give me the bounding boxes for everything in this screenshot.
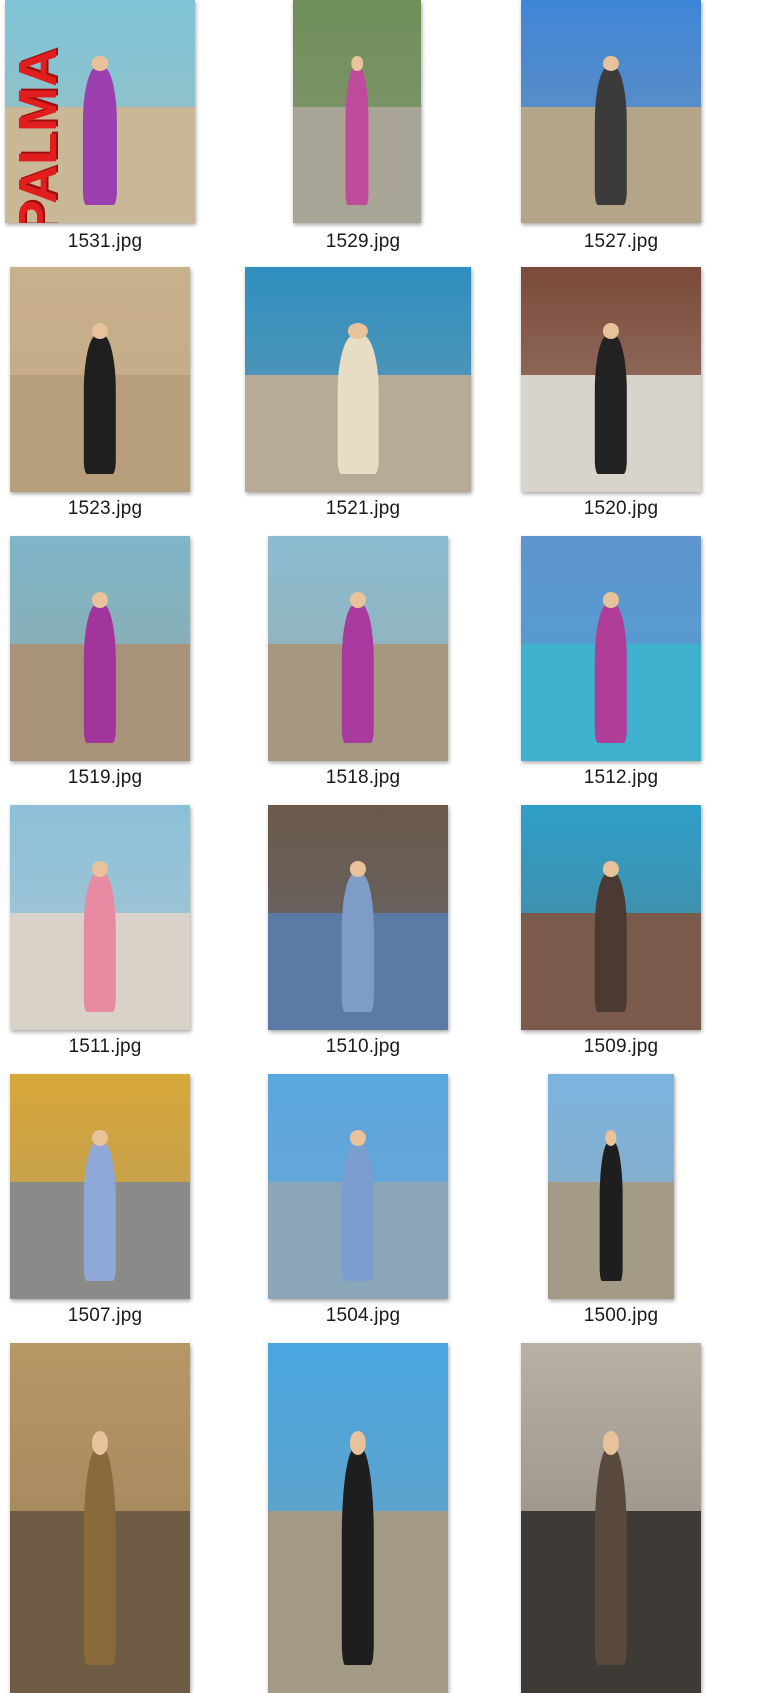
person-figure [83, 1448, 117, 1665]
file-item[interactable]: PALMA 1531.jpg [5, 0, 255, 290]
person-head [91, 1130, 109, 1146]
person-figure [341, 872, 375, 1012]
file-item[interactable]: 1510.jpg [263, 805, 513, 1095]
file-item[interactable]: 1511.jpg [5, 805, 255, 1095]
file-item[interactable]: 1518.jpg [263, 536, 513, 826]
file-name-label: 1531.jpg [67, 231, 143, 252]
image-thumbnail[interactable] [10, 1343, 190, 1693]
file-name-label: 1529.jpg [325, 231, 401, 252]
person-figure [345, 66, 369, 206]
person-figure [594, 66, 628, 206]
file-name-label: 1523.jpg [67, 498, 143, 519]
person-figure [341, 603, 375, 743]
file-name-label: 1512.jpg [583, 767, 659, 788]
file-item[interactable] [521, 1343, 765, 1693]
person-head [91, 323, 109, 339]
file-item[interactable]: 1507.jpg [5, 1074, 255, 1364]
person-figure [83, 603, 117, 743]
person-figure [594, 1448, 628, 1665]
person-figure [594, 334, 628, 474]
person-figure [337, 334, 379, 474]
person-figure [341, 1448, 375, 1665]
image-thumbnail[interactable] [293, 0, 421, 223]
file-thumbnail-grid: PALMA 1531.jpg 1529.jpg 1527.jpg 1523.jpg 152… [0, 0, 765, 1693]
image-thumbnail[interactable] [10, 805, 190, 1030]
person-head [602, 592, 620, 608]
file-name-label: 1518.jpg [325, 767, 401, 788]
file-item[interactable]: 1509.jpg [521, 805, 765, 1095]
file-item[interactable]: 1512.jpg [521, 536, 765, 826]
palma-sign: PALMA [8, 48, 68, 223]
file-item[interactable] [5, 1343, 255, 1693]
image-thumbnail[interactable] [268, 536, 448, 761]
file-name-label: 1510.jpg [325, 1036, 401, 1057]
person-head [349, 1430, 367, 1455]
person-head [91, 592, 109, 608]
file-item[interactable]: 1520.jpg [521, 267, 765, 557]
file-name-label: 1504.jpg [325, 1305, 401, 1326]
person-figure [82, 66, 118, 206]
person-head [602, 1430, 620, 1455]
person-head [91, 861, 109, 877]
person-head [605, 1130, 617, 1146]
person-figure [83, 1141, 117, 1281]
file-item[interactable]: 1500.jpg [521, 1074, 765, 1364]
person-head [602, 861, 620, 877]
image-thumbnail[interactable] [521, 1343, 701, 1693]
image-thumbnail[interactable] [268, 1343, 448, 1693]
file-item[interactable]: 1504.jpg [263, 1074, 513, 1364]
image-thumbnail[interactable] [10, 267, 190, 492]
image-thumbnail[interactable] [521, 536, 701, 761]
file-name-label: 1521.jpg [325, 498, 401, 519]
image-thumbnail[interactable] [268, 1074, 448, 1299]
person-head [349, 1130, 367, 1146]
file-name-label: 1500.jpg [583, 1305, 659, 1326]
image-thumbnail[interactable] [10, 1074, 190, 1299]
person-figure [341, 1141, 375, 1281]
person-head [602, 55, 620, 72]
image-thumbnail[interactable] [268, 805, 448, 1030]
person-figure [599, 1141, 623, 1281]
person-head [91, 55, 109, 72]
file-item[interactable]: 1521.jpg [245, 267, 513, 557]
image-thumbnail[interactable] [521, 267, 701, 492]
person-figure [594, 603, 628, 743]
image-thumbnail[interactable]: PALMA [5, 0, 195, 223]
image-thumbnail[interactable] [245, 267, 471, 492]
file-name-label: 1519.jpg [67, 767, 143, 788]
file-name-label: 1509.jpg [583, 1036, 659, 1057]
person-head [349, 861, 367, 877]
image-thumbnail[interactable] [521, 805, 701, 1030]
file-item[interactable]: 1519.jpg [5, 536, 255, 826]
person-head [349, 592, 367, 608]
person-head [602, 323, 620, 339]
file-item[interactable] [263, 1343, 513, 1693]
file-item[interactable]: 1529.jpg [263, 0, 513, 290]
file-name-label: 1520.jpg [583, 498, 659, 519]
person-figure [83, 334, 117, 474]
person-figure [83, 872, 117, 1012]
person-head [347, 323, 369, 339]
file-name-label: 1511.jpg [68, 1036, 142, 1057]
file-name-label: 1527.jpg [583, 231, 659, 252]
file-item[interactable]: 1527.jpg [521, 0, 765, 290]
image-thumbnail[interactable] [10, 536, 190, 761]
image-thumbnail[interactable] [521, 0, 701, 223]
file-item[interactable]: 1523.jpg [5, 267, 255, 557]
person-head [91, 1430, 109, 1455]
file-name-label: 1507.jpg [67, 1305, 143, 1326]
image-thumbnail[interactable] [548, 1074, 674, 1299]
person-figure [594, 872, 628, 1012]
person-head [351, 55, 363, 72]
